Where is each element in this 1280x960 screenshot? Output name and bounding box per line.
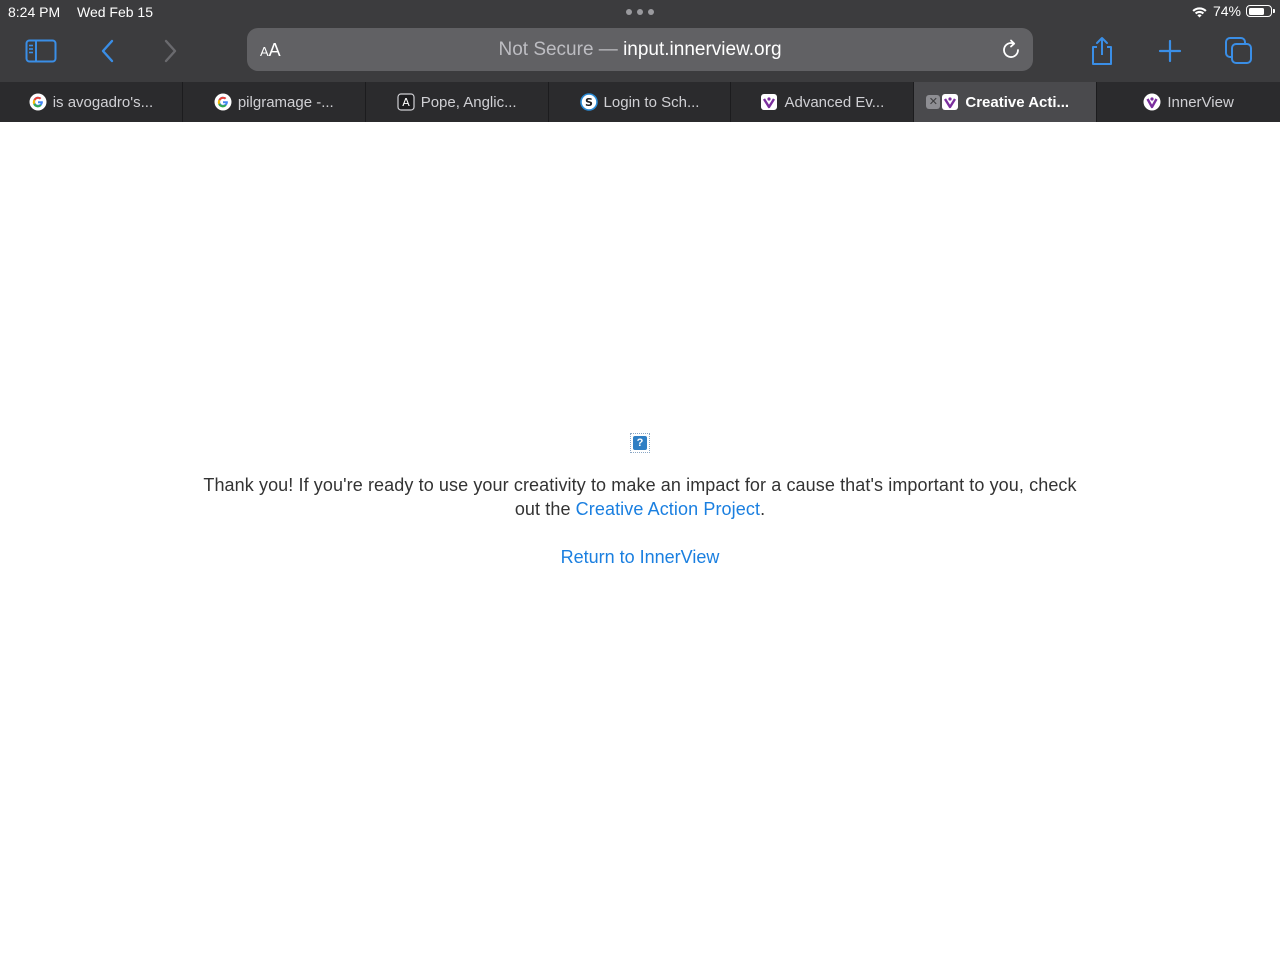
schoology-icon: S (579, 93, 598, 111)
page-content: ? Thank you! If you're ready to use your… (0, 122, 1280, 960)
tab-title: InnerView (1167, 93, 1234, 111)
tab-innerview[interactable]: InnerView (1097, 82, 1280, 122)
status-date: Wed Feb 15 (77, 4, 154, 20)
tab-advanced-ev[interactable]: Advanced Ev... (731, 82, 915, 122)
tab-creative-action[interactable]: ✕ Creative Acti... (914, 82, 1098, 122)
question-mark-icon: ? (630, 433, 650, 453)
status-indicators: 74% (1191, 3, 1275, 19)
a-letter-icon: A (397, 93, 415, 111)
tab-overview-icon[interactable] (1219, 33, 1259, 69)
tab-title: Advanced Ev... (784, 93, 885, 111)
tab-pilgramage[interactable]: pilgramage -... (183, 82, 366, 122)
tab-pope-anglican[interactable]: A Pope, Anglic... (366, 82, 549, 122)
tab-schoology-login[interactable]: S Login to Sch... (549, 82, 732, 122)
status-bar: 8:24 PM Wed Feb 15 74% (0, 0, 1280, 24)
message-end: . (760, 499, 766, 519)
sidebar-toggle-icon[interactable] (21, 33, 61, 69)
address-bar[interactable]: AA Not Secure — input.innerview.org (247, 28, 1033, 71)
share-icon[interactable] (1082, 33, 1122, 69)
tab-title: Creative Acti... (965, 93, 1070, 111)
browser-chrome: 8:24 PM Wed Feb 15 74% AA Not Secure — i… (0, 0, 1280, 82)
new-tab-plus-icon[interactable] (1150, 33, 1190, 69)
innerview-icon (760, 93, 778, 111)
multitasking-menu-icon[interactable] (626, 9, 654, 15)
browser-toolbar: AA Not Secure — input.innerview.org (0, 24, 1280, 82)
status-time: 8:24 PM (8, 4, 61, 20)
back-arrow-icon[interactable] (88, 33, 128, 69)
creative-action-project-link[interactable]: Creative Action Project (576, 499, 760, 519)
svg-text:S: S (585, 96, 593, 109)
tab-title: pilgramage -... (237, 93, 334, 111)
battery-level (1248, 7, 1265, 15)
innerview-icon (1143, 93, 1161, 111)
not-secure-label: Not Secure — (498, 39, 618, 60)
battery-icon (1246, 5, 1275, 17)
url-domain: input.innerview.org (623, 39, 782, 60)
close-tab-icon[interactable]: ✕ (926, 95, 941, 109)
svg-text:A: A (402, 96, 410, 109)
forward-arrow-icon[interactable] (150, 33, 190, 69)
tab-title: Pope, Anglic... (420, 93, 517, 111)
tab-bar: is avogadro's... pilgramage -... A Pope,… (0, 82, 1280, 122)
reload-icon[interactable] (999, 38, 1023, 62)
tab-avogadro[interactable]: is avogadro's... (0, 82, 183, 122)
return-to-innerview-link[interactable]: Return to InnerView (440, 545, 840, 569)
google-icon (214, 93, 232, 111)
google-icon (29, 93, 47, 111)
innerview-icon (941, 93, 959, 111)
battery-percent: 74% (1212, 3, 1241, 19)
tab-title: Login to Sch... (603, 93, 700, 111)
thank-you-message: Thank you! If you're ready to use your c… (200, 473, 1080, 521)
url-text[interactable]: Not Secure — input.innerview.org (247, 39, 1033, 61)
wifi-icon (1192, 6, 1207, 17)
tab-title: is avogadro's... (52, 93, 154, 111)
